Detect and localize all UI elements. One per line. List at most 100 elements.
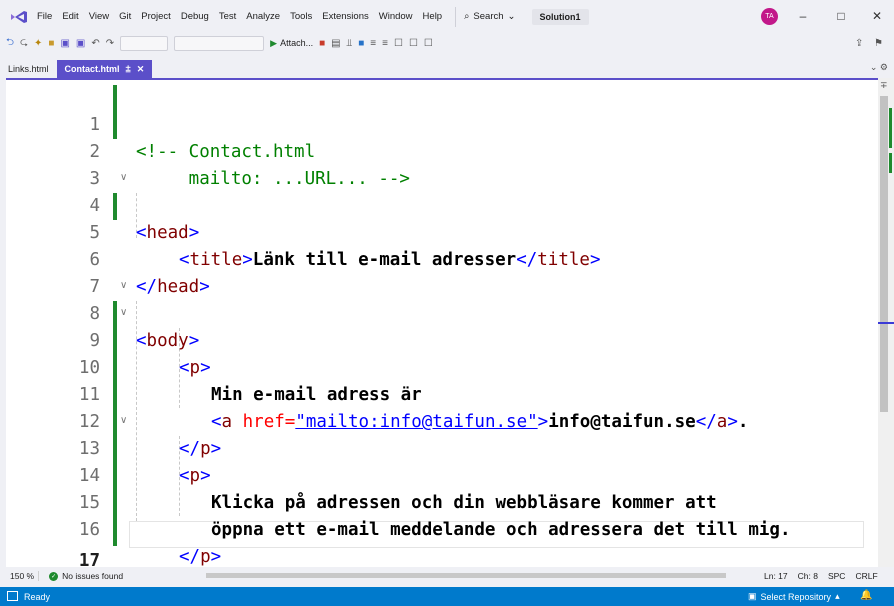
menu-items: File Edit View Git Project Debug Test An… <box>32 11 447 22</box>
tag-name: p <box>200 547 211 567</box>
step-icon[interactable]: ■ <box>358 38 364 49</box>
menu-analyze[interactable]: Analyze <box>241 11 285 22</box>
horizontal-scrollbar[interactable] <box>206 573 726 578</box>
tab-label: Links.html <box>8 64 49 74</box>
code-line: 16 </p> <box>6 490 878 567</box>
toolbar: ⮌ ⮎ ✦ ■ ▣ ▣ ↶ ↷ ▶ Attach... ■ ▤ ⫫ ■ ≡ ≡ … <box>0 33 894 53</box>
share-icon[interactable]: ⇪ <box>855 38 863 49</box>
filter-icon[interactable]: ⫫ <box>347 38 353 49</box>
code-line: 14 Klicka på adressen och din webbläsare… <box>6 436 878 513</box>
attach-button[interactable]: ▶ Attach... <box>270 38 313 49</box>
code-line: 5 <title>Länk till e-mail adresser</titl… <box>6 193 878 270</box>
search-label: Search <box>473 11 504 22</box>
menu-edit[interactable]: Edit <box>57 11 83 22</box>
code-line: 6 </head> <box>6 220 878 297</box>
output-icon[interactable] <box>7 591 18 601</box>
line-indicator[interactable]: Ln: 17 <box>764 571 788 581</box>
scrollbar-thumb[interactable] <box>880 96 888 412</box>
menu-extensions[interactable]: Extensions <box>317 11 373 22</box>
save-all-icon[interactable]: ▣ <box>76 38 85 49</box>
tab-label: Contact.html <box>64 64 120 74</box>
code-line: 2 mailto: ...URL... --> <box>6 112 878 189</box>
code-line: 4 <head> <box>6 166 878 243</box>
code-line: 8 <body> <box>6 274 878 351</box>
status-bar: Ready ▣ Select Repository ▴ 🔔 <box>0 587 894 606</box>
code-line: 7 <box>6 247 878 297</box>
repository-icon: ▣ <box>748 591 757 601</box>
indent-mode[interactable]: SPC <box>828 571 845 581</box>
maximize-button[interactable]: □ <box>833 8 849 24</box>
search-box[interactable]: ⌕ Search ⌄ <box>455 6 523 27</box>
issues-label: No issues found <box>62 571 124 581</box>
back-icon[interactable]: ⮌ <box>6 35 14 52</box>
menu-debug[interactable]: Debug <box>176 11 214 22</box>
col-indicator[interactable]: Ch: 8 <box>798 571 818 581</box>
chevron-down-icon: ⌄ <box>507 11 516 22</box>
window-icon[interactable]: ▤ <box>331 38 340 49</box>
code-line: 1 <!-- Contact.html <box>6 85 878 162</box>
configuration-combo[interactable] <box>120 35 169 51</box>
zoom-combo[interactable]: 150 % <box>6 571 40 581</box>
change-marker <box>889 108 892 148</box>
open-folder-icon[interactable]: ■ <box>48 38 54 49</box>
bracket: </ <box>179 547 201 567</box>
bookmark-prev-icon[interactable]: ☐ <box>409 38 418 49</box>
platform-combo[interactable] <box>174 35 265 51</box>
menu-view[interactable]: View <box>84 11 114 22</box>
close-tab-icon[interactable]: ✕ <box>137 64 145 75</box>
close-button[interactable]: ✕ <box>869 8 885 24</box>
caret-marker <box>878 322 894 324</box>
forward-icon[interactable]: ⮎ <box>20 35 28 52</box>
cursor-position: Ln: 17 Ch: 8 SPC CRLF <box>764 571 878 581</box>
menu-file[interactable]: File <box>32 11 57 22</box>
chevron-up-icon: ▴ <box>835 591 840 601</box>
select-repository-button[interactable]: ▣ Select Repository ▴ <box>748 591 840 602</box>
vertical-scrollbar[interactable]: ∓ <box>878 78 894 567</box>
tab-bar: Links.html Contact.html ⩲ ✕ ⌄ ⚙ <box>0 60 894 78</box>
pin-icon[interactable]: ⩲ <box>126 64 131 75</box>
status-ready: Ready <box>24 591 51 602</box>
visual-studio-logo-icon[interactable] <box>6 7 32 27</box>
menu-git[interactable]: Git <box>114 11 136 22</box>
line-ending[interactable]: CRLF <box>855 571 877 581</box>
avatar[interactable]: TA <box>761 8 778 25</box>
notification-bell-icon[interactable]: 🔔 <box>860 590 872 601</box>
select-repository-label: Select Repository <box>760 591 832 602</box>
fire-icon[interactable]: ■ <box>319 38 325 49</box>
line-number: 17 <box>78 551 100 567</box>
undo-icon[interactable]: ↶ <box>91 38 99 49</box>
code-line: 11 <a href="mailto:info@taifun.se">info@… <box>6 355 878 432</box>
solution-name[interactable]: Solution1 <box>531 8 589 25</box>
new-project-icon[interactable]: ✦ <box>34 38 42 49</box>
code-line: 17 </body> <box>6 521 878 567</box>
search-icon: ⌕ <box>464 11 470 22</box>
code-line: 3 <box>6 139 878 189</box>
check-icon: ✓ <box>49 571 59 581</box>
split-icon[interactable]: ∓ <box>880 80 888 91</box>
menu-project[interactable]: Project <box>136 11 176 22</box>
save-icon[interactable]: ▣ <box>60 38 69 49</box>
menu-window[interactable]: Window <box>374 11 418 22</box>
tab-contact-html[interactable]: Contact.html ⩲ ✕ <box>56 60 153 78</box>
code-editor[interactable]: ∨ ∨ ∨ ∨ 1 <!-- Contact.html 2 mailto: ..… <box>6 78 878 567</box>
bookmark-next-icon[interactable]: ☐ <box>424 38 433 49</box>
menu-help[interactable]: Help <box>418 11 448 22</box>
menu-tools[interactable]: Tools <box>285 11 317 22</box>
attach-label: Attach... <box>280 38 314 48</box>
code-line: 10 Min e-mail adress är <box>6 328 878 405</box>
feedback-icon[interactable]: ⚑ <box>874 38 883 49</box>
tab-overflow-icon[interactable]: ⌄ ⚙ <box>870 62 888 73</box>
bookmark-icon[interactable]: ☐ <box>394 38 403 49</box>
align-icon[interactable]: ≡ <box>370 38 376 49</box>
menu-test[interactable]: Test <box>214 11 241 22</box>
issues-indicator[interactable]: ✓ No issues found <box>49 571 123 581</box>
change-marker <box>889 153 892 173</box>
code-line: 9 <p> <box>6 301 878 378</box>
editor-status-strip: 150 % ✓ No issues found Ln: 17 Ch: 8 SPC… <box>6 567 894 585</box>
bracket: > <box>210 547 222 567</box>
tab-links-html[interactable]: Links.html <box>0 60 57 78</box>
code-line: 13 <p> <box>6 409 878 486</box>
minimize-button[interactable]: – <box>795 8 811 24</box>
redo-icon[interactable]: ↷ <box>106 38 114 49</box>
indent-icon[interactable]: ≡ <box>382 38 388 49</box>
